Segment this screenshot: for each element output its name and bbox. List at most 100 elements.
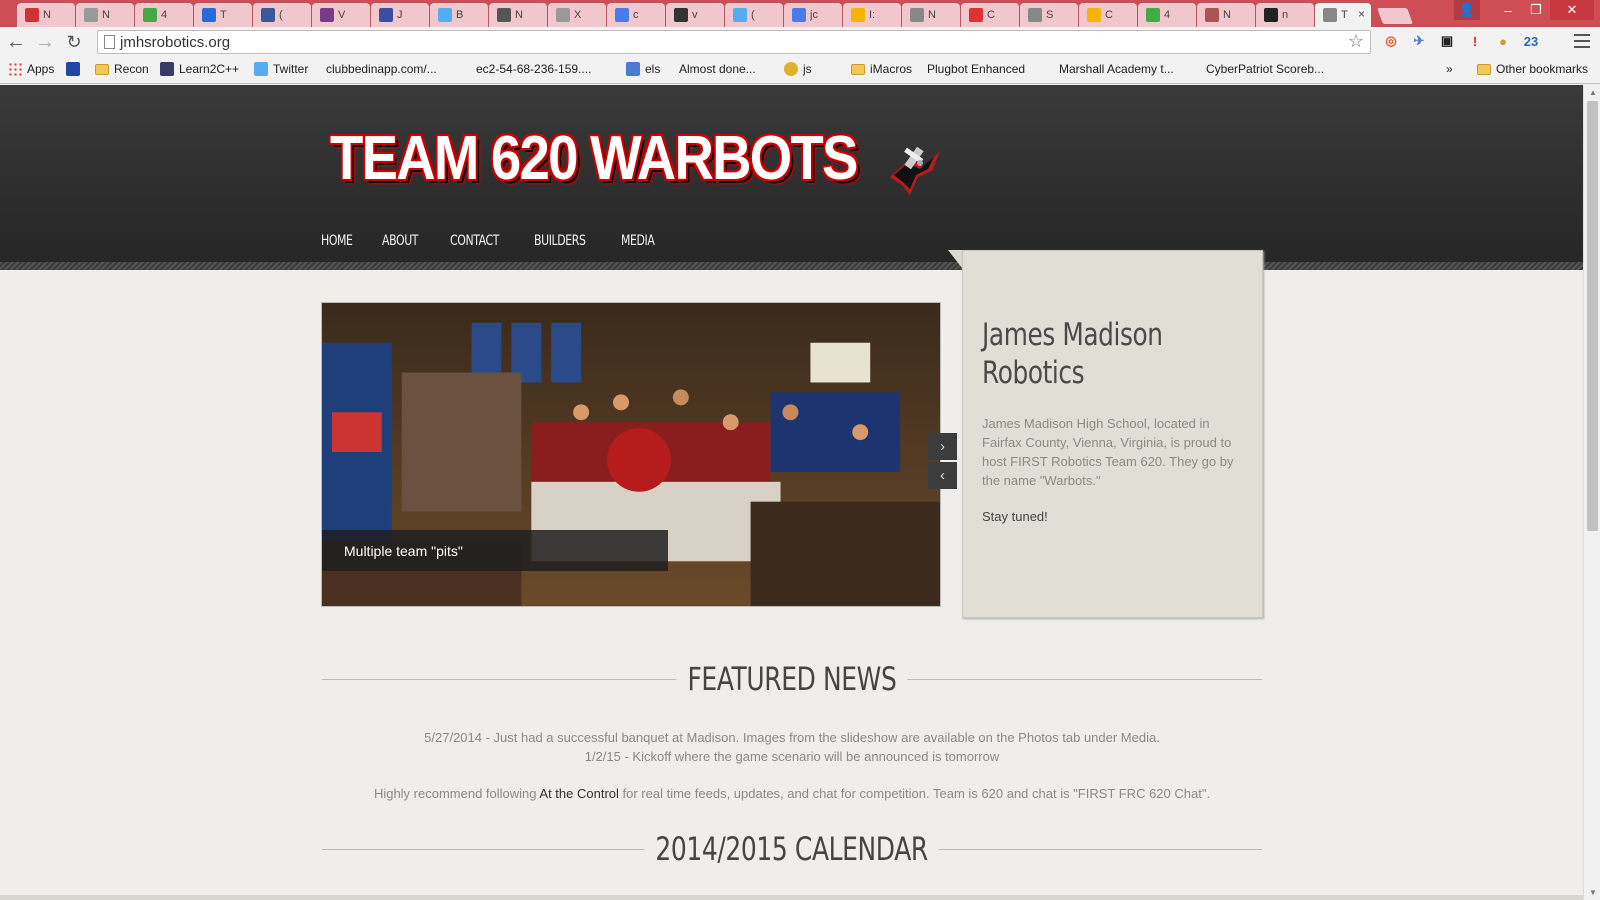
- user-icon[interactable]: 👤: [1454, 0, 1480, 20]
- cookie-icon[interactable]: ●: [1492, 30, 1514, 52]
- browser-tab[interactable]: I:: [842, 2, 902, 27]
- tab-strip: N N 4 T(V J B N Xc v(jc I: N C S C 4 Nn T ×: [16, 2, 1415, 27]
- maximize-button[interactable]: ❐: [1522, 0, 1550, 20]
- browser-tab[interactable]: jc: [783, 2, 843, 27]
- page-scrollbar[interactable]: ▲ ▼: [1583, 85, 1600, 900]
- new-tab-button[interactable]: [1375, 7, 1415, 25]
- bookmark-item[interactable]: Twitter: [254, 62, 308, 76]
- browser-tab[interactable]: S: [1019, 2, 1079, 27]
- bookmark-label: ec2-54-68-236-159....: [476, 62, 592, 76]
- news-text: Highly recommend following: [373, 786, 540, 801]
- bookmark-item[interactable]: Apps: [8, 62, 54, 76]
- bookmark-item[interactable]: Plugbot Enhanced: [927, 62, 1026, 160]
- browser-tab[interactable]: c: [606, 2, 666, 27]
- calendar-icon[interactable]: 23: [1520, 30, 1542, 52]
- browser-tab[interactable]: (: [724, 2, 784, 27]
- ubuntu-icon[interactable]: ◎: [1380, 30, 1402, 52]
- folder-icon: [851, 63, 865, 75]
- address-bar[interactable]: jmhsrobotics.org ☆: [97, 30, 1371, 54]
- forward-arrow-icon[interactable]: →: [33, 30, 57, 54]
- browser-tab[interactable]: N: [1196, 2, 1256, 27]
- bookmark-item[interactable]: iMacros: [851, 62, 912, 76]
- scroll-thumb[interactable]: [1587, 101, 1598, 531]
- tab-title: C: [1105, 9, 1113, 21]
- main-nav: HOME ABOUT CONTACT BUILDERS MEDIA: [321, 233, 664, 249]
- d-icon: [379, 8, 393, 22]
- twitter-icon: [438, 8, 452, 22]
- bookmark-star-icon[interactable]: ☆: [1348, 31, 1364, 52]
- minimize-button[interactable]: ‒: [1494, 0, 1522, 20]
- browser-tab[interactable]: B: [429, 2, 489, 27]
- glasses-icon[interactable]: ▣: [1436, 30, 1458, 52]
- bookmark-item[interactable]: Almost done...: [679, 62, 756, 160]
- cpp-icon: [160, 62, 174, 76]
- stop-icon[interactable]: !: [1464, 30, 1486, 52]
- browser-tab[interactable]: N: [488, 2, 548, 27]
- browser-tab[interactable]: T: [193, 2, 253, 27]
- nav-home[interactable]: HOME: [321, 233, 353, 249]
- scroll-up-arrow-icon[interactable]: ▲: [1589, 88, 1597, 97]
- blue-app-icon: [66, 62, 80, 76]
- bookmark-item[interactable]: js: [784, 62, 812, 76]
- browser-tab[interactable]: T ×: [1314, 2, 1372, 27]
- bookmark-item[interactable]: [66, 62, 80, 76]
- browser-tab[interactable]: 4: [134, 2, 194, 27]
- web-page: TEAM 620 WARBOTS HOME ABOUT CONTACT BUILDER…: [0, 85, 1583, 900]
- bookmark-item[interactable]: Recon: [95, 62, 149, 76]
- close-tab-icon[interactable]: ×: [1358, 7, 1365, 21]
- robot-logo-icon: [890, 146, 940, 195]
- nav-about[interactable]: ABOUT: [382, 233, 418, 249]
- tab-title: N: [43, 9, 51, 21]
- browser-tab[interactable]: C: [1078, 2, 1138, 27]
- chrome-menu-icon[interactable]: [1574, 32, 1590, 50]
- back-arrow-icon[interactable]: ←: [4, 30, 28, 54]
- bookmark-label: Twitter: [273, 62, 309, 76]
- bookmark-item[interactable]: Marshall Academy t...: [1059, 62, 1174, 160]
- nav-media[interactable]: MEDIA: [621, 233, 655, 249]
- intro-stay-tuned: Stay tuned!: [982, 509, 1048, 524]
- browser-tab[interactable]: N: [16, 2, 76, 27]
- scroll-down-arrow-icon[interactable]: ▼: [1589, 888, 1597, 897]
- intro-title: James Madison Robotics: [982, 317, 1163, 391]
- tab-title: n: [1282, 9, 1289, 21]
- calendar-icon: [626, 62, 640, 76]
- browser-tab[interactable]: 4: [1137, 2, 1197, 27]
- tab-title: 4: [161, 9, 168, 21]
- tab-title: 4: [1164, 9, 1171, 21]
- close-window-button[interactable]: ✕: [1550, 0, 1594, 20]
- divider: [936, 849, 1262, 850]
- bookmark-item[interactable]: ec2-54-68-236-159....: [476, 62, 592, 160]
- tab-title: N: [515, 9, 523, 21]
- browser-tab[interactable]: N: [75, 2, 135, 27]
- at-the-control-link[interactable]: At the Control: [539, 786, 619, 801]
- bookmark-item[interactable]: CyberPatriot Scoreb...: [1206, 62, 1324, 160]
- bookmark-item[interactable]: Learn2C++: [160, 62, 239, 76]
- google-plus-icon: [615, 8, 629, 22]
- url-text[interactable]: jmhsrobotics.org: [120, 34, 230, 51]
- bottom-strip: [0, 895, 1583, 900]
- browser-tab[interactable]: (: [252, 2, 312, 27]
- divider: [322, 679, 684, 680]
- browser-tab[interactable]: n: [1255, 2, 1315, 27]
- browser-tab[interactable]: v: [665, 2, 725, 27]
- airplane-icon[interactable]: ✈: [1408, 30, 1430, 52]
- robot-icon: [674, 8, 688, 22]
- more-bookmarks-button[interactable]: »: [1446, 62, 1453, 76]
- site-logo[interactable]: TEAM 620 WARBOTS: [330, 123, 858, 194]
- bookmark-item[interactable]: els: [626, 62, 660, 76]
- slider-prev-button[interactable]: ‹: [928, 462, 957, 489]
- bookmark-label: Plugbot Enhanced: [927, 62, 1026, 76]
- browser-tab[interactable]: C: [960, 2, 1020, 27]
- other-bookmarks-folder[interactable]: Other bookmarks: [1477, 62, 1588, 76]
- browser-tab[interactable]: J: [370, 2, 430, 27]
- browser-tab[interactable]: V: [311, 2, 371, 27]
- reload-icon[interactable]: ↻: [62, 30, 86, 54]
- intro-box: James Madison Robotics James Madison Hig…: [962, 250, 1263, 618]
- browser-tab[interactable]: N: [901, 2, 961, 27]
- nav-builders[interactable]: BUILDERS: [534, 233, 586, 249]
- bookmark-item[interactable]: clubbedinapp.com/...: [326, 62, 437, 160]
- image-slider[interactable]: Multiple team "pits": [321, 302, 941, 607]
- nav-contact[interactable]: CONTACT: [450, 233, 499, 249]
- slider-next-button[interactable]: ›: [928, 433, 957, 460]
- browser-tab[interactable]: X: [547, 2, 607, 27]
